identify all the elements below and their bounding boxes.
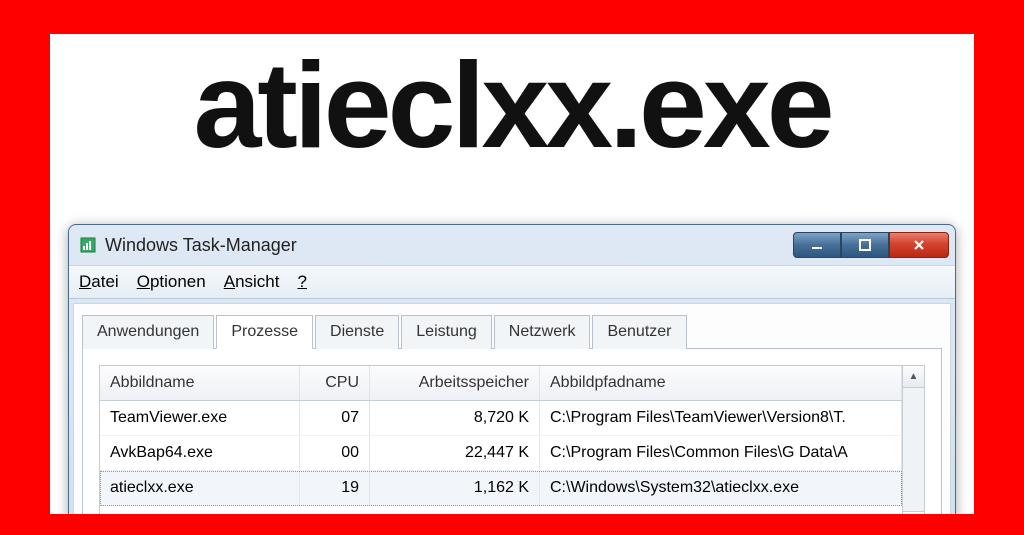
cell-name: TeamViewer.exe <box>100 401 300 435</box>
cell-path: C:\Program Files\TeamViewer\Version8\T. <box>540 401 902 435</box>
tab-applications[interactable]: Anwendungen <box>82 315 214 349</box>
col-memory[interactable]: Arbeitsspeicher <box>370 366 540 400</box>
menu-file[interactable]: Datei <box>79 272 119 292</box>
tab-services[interactable]: Dienste <box>315 315 399 349</box>
cell-path: C:\Program Files\Common Files\G Data\A <box>540 436 902 470</box>
scroll-up-icon[interactable]: ▲ <box>903 366 924 388</box>
cell-cpu: 19 <box>300 471 370 505</box>
table-row[interactable]: AvkBap64.exe0022,447 KC:\Program Files\C… <box>100 436 902 471</box>
window-controls <box>793 232 949 258</box>
col-image-name[interactable]: Abbildname <box>100 366 300 400</box>
cell-name: atieclxx.exe <box>100 471 300 505</box>
table-row[interactable]: atieclxx.exe191,162 KC:\Windows\System32… <box>100 471 902 506</box>
scroll-track[interactable] <box>903 388 924 511</box>
menu-help[interactable]: ? <box>297 272 306 292</box>
column-headers: Abbildname CPU Arbeitsspeicher Abbildpfa… <box>100 366 902 401</box>
tab-processes[interactable]: Prozesse <box>216 315 313 349</box>
scroll-down-icon[interactable]: ▼ <box>903 511 924 514</box>
col-cpu[interactable]: CPU <box>300 366 370 400</box>
task-manager-window: Windows Task-Manager Datei Optionen Ansi… <box>68 224 956 514</box>
headline: atieclxx.exe <box>50 44 974 166</box>
cell-mem: 8,720 K <box>370 401 540 435</box>
process-grid: Abbildname CPU Arbeitsspeicher Abbildpfa… <box>99 365 925 514</box>
cell-name: AvkBap64.exe <box>100 436 300 470</box>
titlebar[interactable]: Windows Task-Manager <box>69 225 955 265</box>
scrollbar[interactable]: ▲ ▼ <box>902 366 924 514</box>
cell-mem: 1,162 K <box>370 471 540 505</box>
cell-mem: 22,447 K <box>370 436 540 470</box>
client-area: Anwendungen Prozesse Dienste Leistung Ne… <box>73 303 951 514</box>
maximize-button[interactable] <box>841 232 889 258</box>
tab-users[interactable]: Benutzer <box>592 315 686 349</box>
cell-cpu: 00 <box>300 436 370 470</box>
col-path[interactable]: Abbildpfadname <box>540 366 902 400</box>
tab-networking[interactable]: Netzwerk <box>494 315 591 349</box>
taskmgr-icon <box>79 236 97 254</box>
minimize-button[interactable] <box>793 232 841 258</box>
menu-view[interactable]: Ansicht <box>224 272 280 292</box>
tab-body: Abbildname CPU Arbeitsspeicher Abbildpfa… <box>82 348 942 514</box>
tab-strip: Anwendungen Prozesse Dienste Leistung Ne… <box>82 314 942 348</box>
cell-cpu: 07 <box>300 401 370 435</box>
menubar: Datei Optionen Ansicht ? <box>69 265 955 299</box>
cell-path: C:\Windows\System32\atieclxx.exe <box>540 471 902 505</box>
rows: TeamViewer.exe078,720 KC:\Program Files\… <box>100 401 902 514</box>
table-row[interactable]: TeamViewer.exe078,720 KC:\Program Files\… <box>100 401 902 436</box>
tab-performance[interactable]: Leistung <box>401 315 492 349</box>
window-title: Windows Task-Manager <box>105 235 793 256</box>
close-button[interactable] <box>889 232 949 258</box>
menu-options[interactable]: Optionen <box>137 272 206 292</box>
outer-panel: atieclxx.exe Windows Task-Manager Datei <box>50 34 974 514</box>
